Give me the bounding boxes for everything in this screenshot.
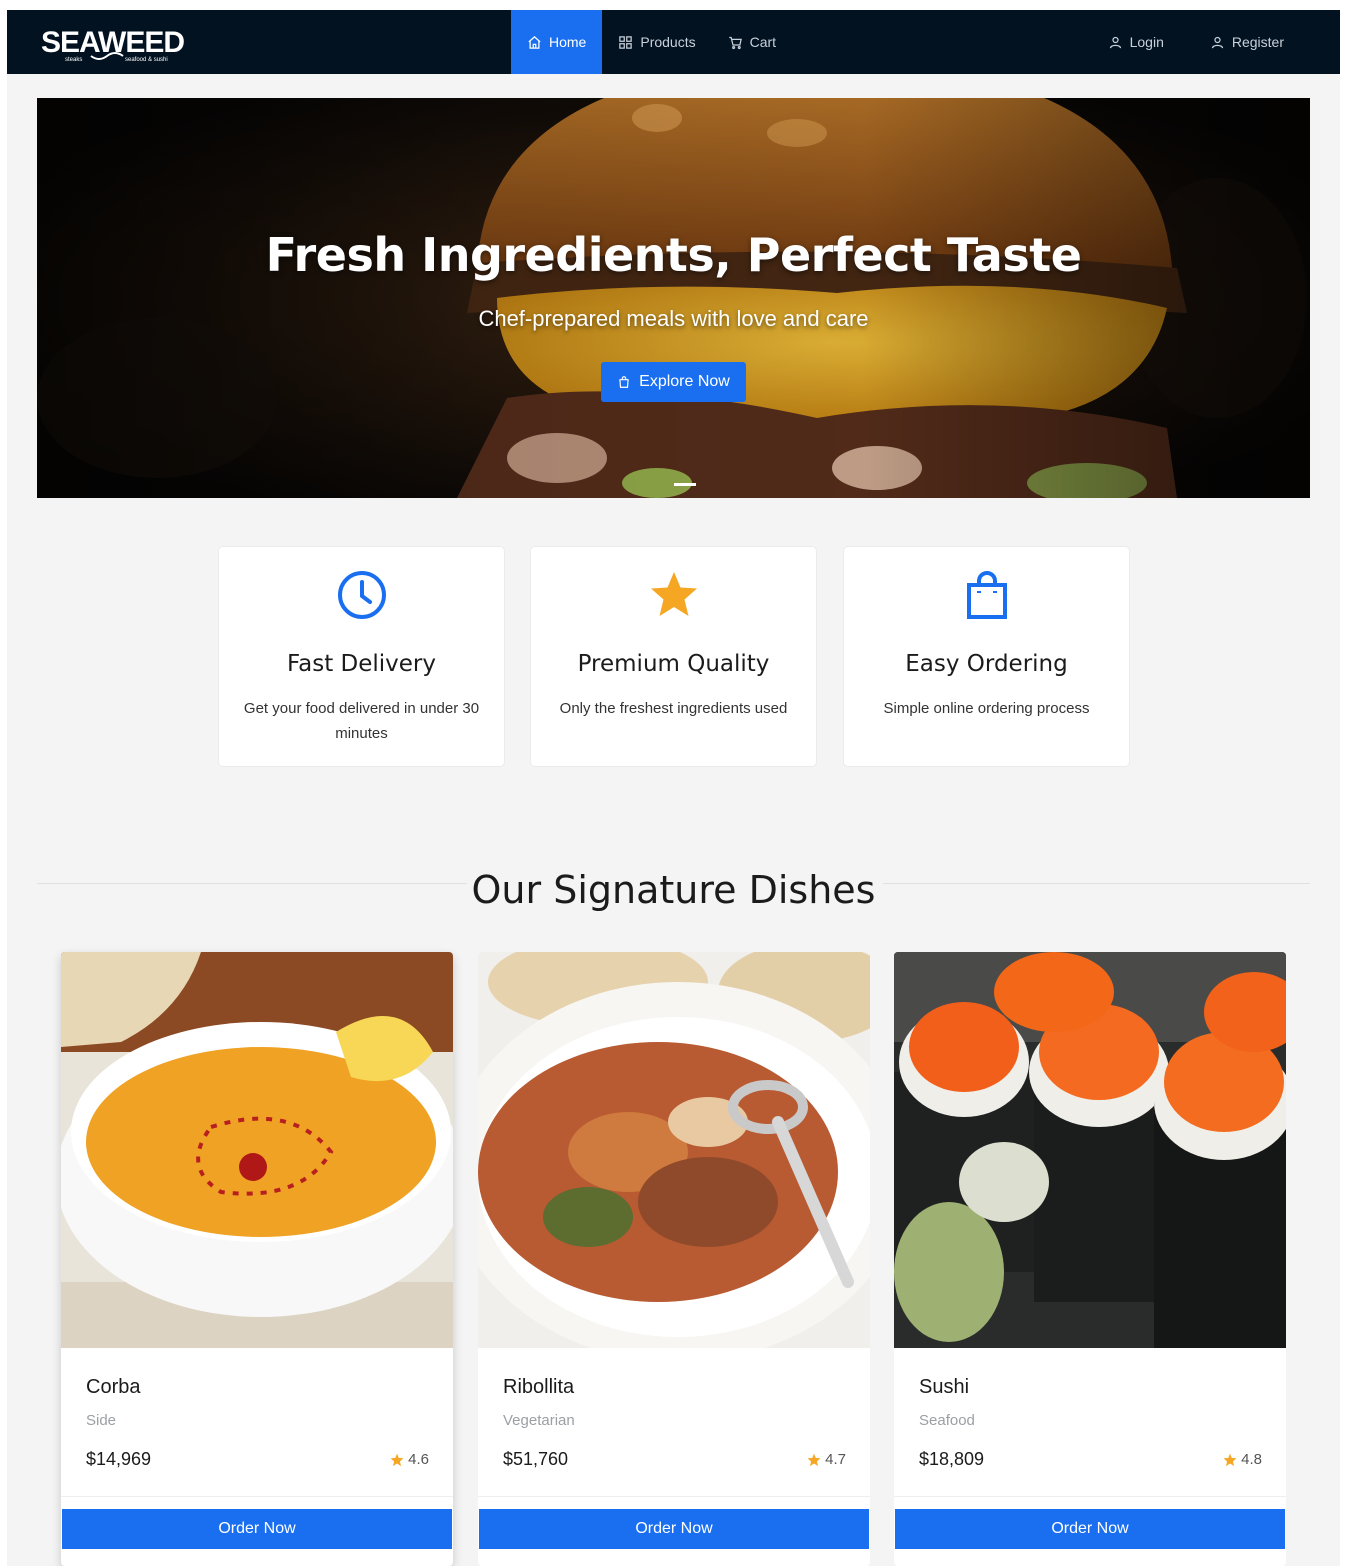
dish-card-sushi: Sushi Seafood $18,809 4.8 Order Now: [894, 952, 1286, 1566]
feature-title: Easy Ordering: [905, 651, 1068, 677]
dish-rating: 4.8: [1223, 1451, 1262, 1468]
hero-title: Fresh Ingredients, Perfect Taste: [265, 228, 1082, 282]
dish-category: Vegetarian: [503, 1412, 575, 1429]
dish-image-sushi: [894, 952, 1286, 1348]
dish-card-ribollita: Ribollita Vegetarian $51,760 4.7 Order N…: [478, 952, 870, 1566]
dish-rating-value: 4.7: [825, 1451, 846, 1468]
dish-name: Corba: [86, 1376, 141, 1398]
dish-category: Seafood: [919, 1412, 975, 1429]
dish-image-ribollita: [478, 952, 870, 1348]
brand-tagline-right: seafood & sushi: [125, 57, 168, 63]
dish-rating-value: 4.6: [408, 1451, 429, 1468]
dish-rating-value: 4.8: [1241, 1451, 1262, 1468]
feature-text: Get your food delivered in under 30 minu…: [243, 700, 480, 742]
explore-now-label: Explore Now: [639, 373, 730, 390]
star-icon: [1223, 1453, 1237, 1466]
hero-subtitle: Chef-prepared meals with love and care: [478, 306, 869, 331]
brand-logo[interactable]: SEAWEED steaks seafood & sushi: [39, 24, 189, 64]
feature-text: Only the freshest ingredients used: [559, 700, 788, 717]
nav-home[interactable]: Home: [511, 10, 603, 74]
hero-overlay: [37, 98, 1310, 498]
shopping-bag-icon: [966, 571, 1007, 619]
dish-category: Side: [86, 1412, 117, 1429]
user-icon: [1109, 36, 1121, 48]
order-now-button[interactable]: Order Now: [895, 1509, 1285, 1549]
brand-tagline-left: steaks: [65, 57, 82, 63]
cart-icon: [728, 36, 742, 49]
auth-nav: Login Register: [1092, 10, 1300, 74]
star-icon: [650, 572, 697, 616]
clock-icon: [337, 571, 386, 619]
feature-title: Fast Delivery: [287, 651, 436, 677]
card-divider: [478, 1496, 870, 1497]
grid-icon: [619, 35, 633, 49]
nav-products[interactable]: Products: [602, 10, 711, 74]
order-now-button[interactable]: Order Now: [62, 1509, 452, 1549]
card-divider: [894, 1496, 1286, 1497]
carousel-indicator[interactable]: [674, 483, 696, 486]
hero-carousel: Fresh Ingredients, Perfect Taste Chef-pr…: [37, 98, 1310, 498]
dish-image-corba: [61, 952, 453, 1348]
feature-title: Premium Quality: [577, 651, 770, 677]
nav-register-label: Register: [1231, 34, 1284, 50]
dish-price: $18,809: [919, 1449, 985, 1469]
dish-price: $14,969: [86, 1449, 152, 1469]
dish-rating: 4.7: [807, 1451, 846, 1468]
dish-name: Ribollita: [503, 1376, 575, 1398]
feature-card-fast-delivery: Fast Delivery Get your food delivered in…: [218, 546, 505, 767]
nav-cart-label: Cart: [749, 34, 777, 50]
nav-cart[interactable]: Cart: [712, 10, 792, 74]
feature-text: Simple online ordering process: [883, 700, 1090, 717]
dish-name: Sushi: [919, 1376, 970, 1398]
star-icon: [807, 1453, 821, 1466]
nav-login[interactable]: Login: [1092, 10, 1180, 74]
page: SEAWEED steaks seafood & sushi Home Prod…: [7, 10, 1340, 1566]
shopping-bag-icon: [619, 376, 629, 388]
main-nav: Home Products Cart: [511, 10, 792, 74]
feature-card-premium-quality: Premium Quality Only the freshest ingred…: [530, 546, 817, 767]
nav-products-label: Products: [640, 34, 696, 50]
nav-home-label: Home: [549, 34, 587, 50]
explore-now-button[interactable]: Explore Now: [601, 362, 746, 402]
dish-price: $51,760: [503, 1449, 569, 1469]
home-icon: [528, 35, 541, 49]
section-title: Our Signature Dishes: [471, 868, 876, 912]
user-icon: [1211, 36, 1223, 48]
order-now-button[interactable]: Order Now: [479, 1509, 869, 1549]
feature-card-easy-ordering: Easy Ordering Simple online ordering pro…: [843, 546, 1130, 767]
dish-card-corba: Corba Side $14,969 4.6 Order Now: [61, 952, 453, 1566]
navbar: SEAWEED steaks seafood & sushi Home Prod…: [7, 10, 1340, 74]
star-icon: [390, 1453, 404, 1466]
nav-login-label: Login: [1129, 34, 1164, 50]
nav-register[interactable]: Register: [1194, 10, 1300, 74]
dish-rating: 4.6: [390, 1451, 429, 1468]
card-divider: [61, 1496, 453, 1497]
